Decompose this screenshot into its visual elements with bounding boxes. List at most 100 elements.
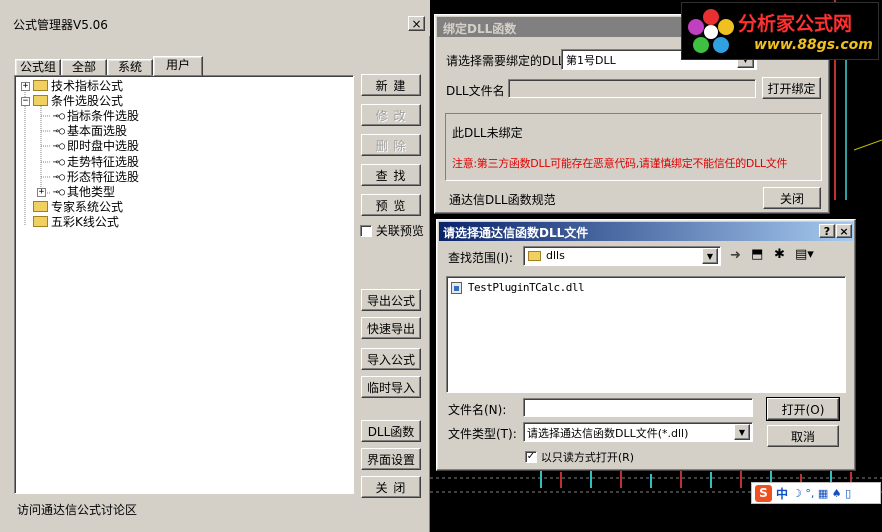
tree-item-pattern[interactable]: ⊸○ 形态特征选股 xyxy=(53,170,139,185)
file-dialog-title: 请选择通达信函数DLL文件 xyxy=(443,226,589,240)
tree-item-label: 条件选股公式 xyxy=(51,94,124,108)
up-folder-icon[interactable]: ⬒ xyxy=(751,247,763,262)
open-button[interactable]: 打开(O) xyxy=(766,397,840,421)
ui-settings-button[interactable]: 界面设置 xyxy=(361,448,421,470)
tree-item-trend[interactable]: ⊸○ 走势特征选股 xyxy=(53,155,139,170)
temp-import-button[interactable]: 临时导入 xyxy=(361,376,421,398)
filetype-value: 请选择通达信函数DLL文件(*.dll) xyxy=(527,427,689,440)
tree-item-label: 其他类型 xyxy=(67,185,116,199)
collapse-icon[interactable]: − xyxy=(21,97,30,106)
close-icon: × xyxy=(839,224,849,238)
tab-user[interactable]: 用户 xyxy=(153,56,203,76)
forum-link[interactable]: 访问通达信公式讨论区 xyxy=(17,501,137,518)
back-icon[interactable]: ➜ xyxy=(730,248,741,263)
folder-icon xyxy=(33,80,48,91)
dll-warning-text: 注意:第三方函数DLL可能存在恶意代码,请谨慎绑定不能信任的DLL文件 xyxy=(452,157,788,170)
preview-button[interactable]: 预 览 xyxy=(361,194,421,216)
folder-icon xyxy=(33,201,48,212)
window-title: 公式管理器V5.06 xyxy=(13,18,108,32)
folder-icon xyxy=(33,216,48,227)
file-name: TestPluginTCalc.dll xyxy=(467,281,585,294)
file-dialog-close-button[interactable]: × xyxy=(836,224,852,238)
readonly-checkbox[interactable]: ✓ 以只读方式打开(R) xyxy=(525,449,634,465)
tree-item-intraday[interactable]: ⊸○ 即时盘中选股 xyxy=(53,139,139,154)
export-button[interactable]: 导出公式 xyxy=(361,289,421,311)
modify-button[interactable]: 修 改 xyxy=(361,104,421,126)
key-icon: ⊸○ xyxy=(53,126,66,137)
filename-label: 文件名(N): xyxy=(448,403,507,417)
dll-file-icon xyxy=(451,281,462,294)
tab-label: 用户 xyxy=(165,58,190,72)
tree-item-expert-system[interactable]: 专家系统公式 xyxy=(33,200,123,215)
filetype-select[interactable]: 请选择通达信函数DLL文件(*.dll) ▼ xyxy=(523,422,753,442)
tree-item-label: 即时盘中选股 xyxy=(67,139,140,153)
ime-toolbar[interactable]: S 中 ☽ °, ▦ ♠ ▯ xyxy=(751,482,881,504)
cancel-button[interactable]: 取消 xyxy=(767,425,839,447)
tree-item-other[interactable]: ⊸○ 其他类型 xyxy=(53,185,115,200)
dll-select-label: 请选择需要绑定的DLL xyxy=(446,54,565,68)
tree-item-label: 指标条件选股 xyxy=(67,109,140,123)
expand-icon[interactable]: + xyxy=(37,188,46,197)
key-icon: ⊸○ xyxy=(53,172,66,183)
open-bind-button[interactable]: 打开绑定 xyxy=(762,77,821,99)
linked-preview-checkbox[interactable]: 关联预览 xyxy=(360,222,424,239)
sogou-icon[interactable]: S xyxy=(755,484,772,502)
find-button[interactable]: 查 找 xyxy=(361,164,421,186)
import-button[interactable]: 导入公式 xyxy=(361,348,421,370)
close-icon: × xyxy=(411,16,422,31)
tab-all[interactable]: 全部 xyxy=(61,59,107,76)
ime-mode-label[interactable]: 中 xyxy=(776,485,788,502)
ime-icons[interactable]: ☽ °, ▦ ♠ ▯ xyxy=(792,487,851,500)
tree-item-label: 走势特征选股 xyxy=(67,155,140,169)
close-main-button[interactable]: 关 闭 xyxy=(361,476,421,498)
tree-item-label: 技术指标公式 xyxy=(51,79,124,93)
formula-tree[interactable]: + 技术指标公式 − 条件选股公式 ⊸○ 指标条件选股 ⊸○ 基本面选股 ⊸○ 即时盘… xyxy=(14,75,354,494)
tab-label: 公式组 xyxy=(19,60,56,74)
help-button[interactable]: ? xyxy=(819,224,835,238)
chevron-down-icon[interactable]: ▼ xyxy=(702,248,718,264)
key-icon: ⊸○ xyxy=(53,187,66,198)
linked-preview-label: 关联预览 xyxy=(375,224,424,238)
tab-strip: 公式组 全部 系统 用户 xyxy=(15,56,355,76)
brand-url: www.88gs.com xyxy=(754,37,873,53)
watermark-logo: 分析家公式网 www.88gs.com xyxy=(681,2,879,60)
dll-window-title: 绑定DLL函数 xyxy=(443,22,517,36)
brand-name: 分析家公式网 xyxy=(738,13,853,35)
file-item[interactable]: TestPluginTCalc.dll xyxy=(451,280,585,294)
tree-item-label: 五彩K线公式 xyxy=(51,215,119,229)
filename-input[interactable] xyxy=(523,398,753,417)
file-list[interactable]: TestPluginTCalc.dll xyxy=(446,276,846,393)
dll-filename-label: DLL文件名 xyxy=(446,84,505,98)
new-folder-icon[interactable]: ✱ xyxy=(774,247,785,262)
file-dialog-title-bar: 请选择通达信函数DLL文件 ? × xyxy=(439,222,853,241)
dll-close-button[interactable]: 关闭 xyxy=(763,187,821,209)
tree-item-fundamental[interactable]: ⊸○ 基本面选股 xyxy=(53,124,127,139)
lookin-value: dlls xyxy=(546,249,565,262)
title-bar: 公式管理器V5.06 × xyxy=(0,0,430,36)
tree-item-indicator-condition[interactable]: ⊸○ 指标条件选股 xyxy=(53,109,139,124)
help-icon: ? xyxy=(823,224,831,238)
key-icon: ⊸○ xyxy=(53,141,66,152)
dll-function-button[interactable]: DLL函数 xyxy=(361,420,421,442)
tree-item-label: 形态特征选股 xyxy=(67,170,140,184)
delete-button[interactable]: 删 除 xyxy=(361,134,421,156)
new-button[interactable]: 新 建 xyxy=(361,74,421,96)
tree-item-colored-kline[interactable]: 五彩K线公式 xyxy=(33,215,119,230)
lookin-select[interactable]: dlls ▼ xyxy=(523,246,721,266)
chevron-down-icon[interactable]: ▼ xyxy=(734,424,750,440)
dll-spec-link[interactable]: 通达信DLL函数规范 xyxy=(449,191,556,208)
expand-icon[interactable]: + xyxy=(21,82,30,91)
tab-label: 系统 xyxy=(117,60,142,74)
checkmark-icon: ✓ xyxy=(525,451,537,463)
view-menu-icon[interactable]: ▤▾ xyxy=(795,247,814,262)
folder-open-icon xyxy=(33,95,48,106)
close-button[interactable]: × xyxy=(408,16,425,31)
tree-item-label: 专家系统公式 xyxy=(51,200,124,214)
folder-icon xyxy=(528,251,541,261)
tab-system[interactable]: 系统 xyxy=(107,59,153,76)
tree-item-tech-indicators[interactable]: 技术指标公式 xyxy=(33,79,123,94)
tree-item-condition-select[interactable]: 条件选股公式 xyxy=(33,94,123,109)
dll-filename-field[interactable] xyxy=(508,79,756,98)
tab-formula-group[interactable]: 公式组 xyxy=(15,59,61,76)
quick-export-button[interactable]: 快速导出 xyxy=(361,317,421,339)
